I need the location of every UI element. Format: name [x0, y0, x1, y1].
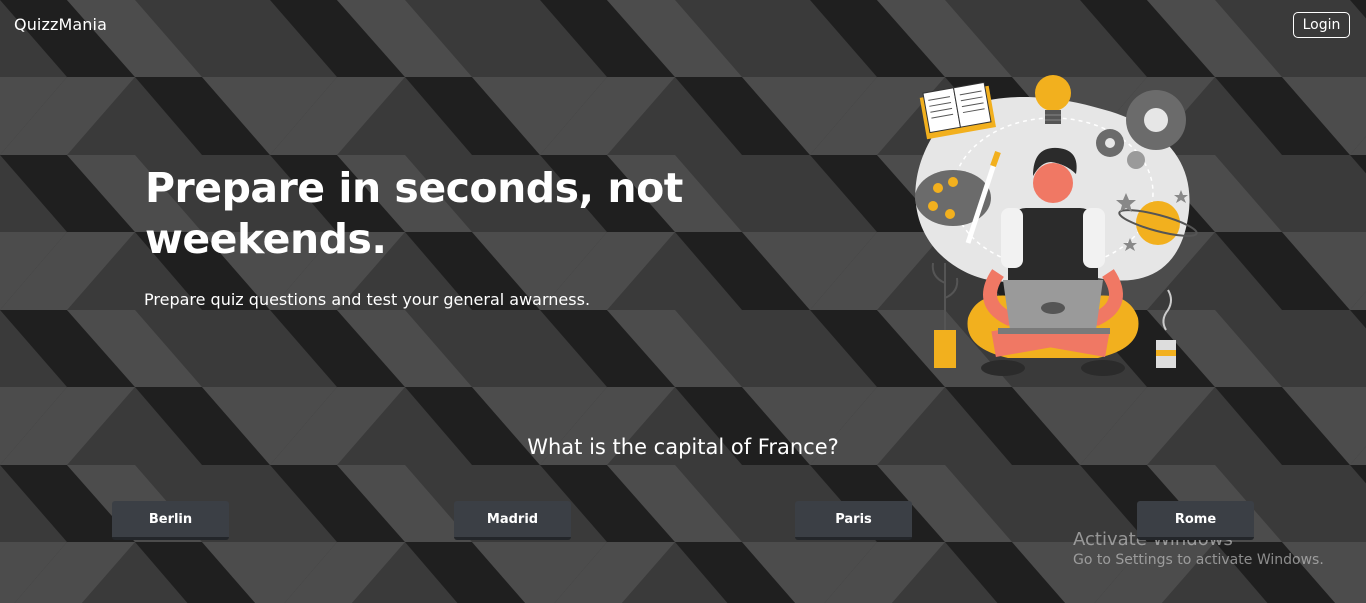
plant-icon: [931, 262, 959, 368]
hero-title: Prepare in seconds, not weekends.: [145, 164, 683, 263]
answer-option-rome[interactable]: Rome: [1137, 501, 1254, 540]
coffee-cup-icon: [1156, 289, 1176, 368]
laptop-icon: [998, 280, 1110, 334]
login-button[interactable]: Login: [1293, 12, 1350, 38]
answer-option-berlin[interactable]: Berlin: [112, 501, 229, 540]
hero-subtitle: Prepare quiz questions and test your gen…: [144, 290, 591, 309]
quiz-question: What is the capital of France?: [527, 435, 839, 459]
student-with-laptop-illustration: [915, 75, 1198, 376]
brand-logo[interactable]: QuizzMania: [14, 15, 107, 34]
answer-option-paris[interactable]: Paris: [795, 501, 912, 540]
answer-option-madrid[interactable]: Madrid: [454, 501, 571, 540]
watermark-subtitle: Go to Settings to activate Windows.: [1073, 552, 1324, 568]
